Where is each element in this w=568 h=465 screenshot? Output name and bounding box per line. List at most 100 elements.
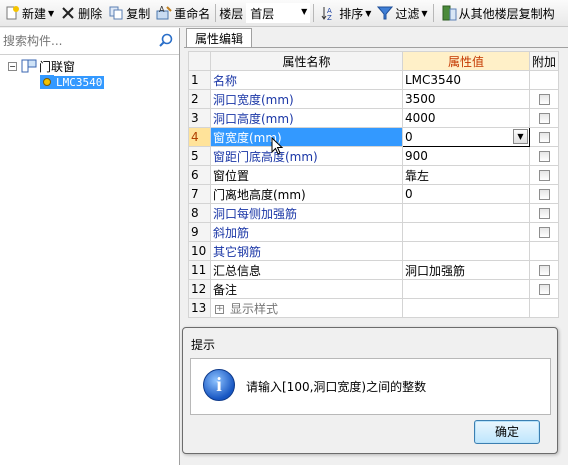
extra-checkbox[interactable]	[538, 208, 550, 219]
extra-cell	[528, 70, 560, 90]
extra-checkbox[interactable]	[538, 170, 550, 181]
tab-property-edit[interactable]: 属性编辑	[186, 28, 252, 48]
extra-checkbox[interactable]	[538, 132, 550, 143]
property-name: 其它钢筋	[210, 241, 403, 261]
header-name: 属性名称	[210, 51, 403, 71]
table-row[interactable]: 10 其它钢筋	[188, 241, 560, 261]
extra-checkbox-cell	[528, 165, 560, 185]
property-value[interactable]	[402, 222, 530, 242]
sort-icon: AZ	[321, 5, 337, 22]
table-row[interactable]: 7 门离地高度(mm) 0	[188, 184, 560, 204]
row-number: 13	[188, 298, 211, 318]
table-row[interactable]: 6 窗位置 靠左	[188, 165, 560, 185]
collapse-icon[interactable]: −	[8, 61, 17, 71]
table-row[interactable]: 8 洞口每侧加强筋	[188, 203, 560, 223]
rename-icon: A	[156, 5, 172, 21]
delete-label: 删除	[78, 6, 103, 21]
table-row[interactable]: 13 + 显示样式	[188, 298, 560, 318]
filter-button[interactable]: 过滤 ▼	[375, 2, 429, 24]
row-number: 12	[188, 279, 211, 299]
extra-checkbox[interactable]	[538, 227, 550, 238]
copy-floor-icon	[441, 5, 457, 21]
property-name: 门离地高度(mm)	[210, 184, 403, 204]
floor-label: 楼层	[219, 6, 244, 21]
floor-select[interactable]: 首层 ▼	[246, 3, 311, 23]
sort-caret-icon: ▼	[365, 8, 372, 18]
property-value[interactable]	[402, 298, 530, 318]
extra-checkbox[interactable]	[538, 94, 550, 105]
extra-checkbox[interactable]	[538, 113, 550, 124]
chevron-down-icon[interactable]: ▼	[513, 129, 528, 144]
extra-checkbox-cell	[528, 108, 560, 128]
extra-checkbox[interactable]	[538, 189, 550, 200]
filter-caret-icon: ▼	[421, 8, 428, 18]
property-value[interactable]: LMC3540	[402, 70, 530, 90]
floor-value: 首层	[250, 6, 275, 21]
mouse-cursor-icon	[271, 136, 287, 157]
extra-checkbox[interactable]	[538, 284, 550, 295]
rename-button[interactable]: A 重命名	[154, 2, 212, 24]
property-name: 窗距门底高度(mm)	[210, 146, 403, 166]
property-grid: 属性名称 属性值 附加 1 名称 LMC3540 2 洞口宽度(mm) 3500…	[188, 51, 560, 318]
tree-item[interactable]: LMC3540	[40, 74, 179, 90]
property-value[interactable]: 4000	[402, 108, 530, 128]
extra-checkbox[interactable]	[538, 151, 550, 162]
sort-button[interactable]: AZ 排序 ▼	[319, 2, 373, 24]
copy-from-floor-label: 从其他楼层复制构	[458, 6, 555, 21]
extra-checkbox-cell	[528, 146, 560, 166]
row-number: 2	[188, 89, 211, 109]
row-number: 7	[188, 184, 211, 204]
property-name-expandable[interactable]: + 显示样式	[210, 298, 403, 318]
sort-label: 排序	[339, 6, 364, 21]
property-name: 洞口每侧加强筋	[210, 203, 403, 223]
extra-checkbox[interactable]	[538, 265, 550, 276]
property-name: 斜加筋	[210, 222, 403, 242]
property-name: 洞口高度(mm)	[210, 108, 403, 128]
property-value[interactable]: 0	[402, 184, 530, 204]
property-value[interactable]: 洞口加强筋	[402, 260, 530, 280]
tree-group-label: 门联窗	[39, 59, 76, 74]
extra-checkbox-cell	[528, 127, 560, 147]
row-number: 11	[188, 260, 211, 280]
row-number: 4	[188, 127, 211, 147]
new-icon	[4, 5, 20, 21]
copy-button[interactable]: 复制	[106, 2, 152, 24]
delete-button[interactable]: 删除	[58, 2, 104, 24]
table-row[interactable]: 2 洞口宽度(mm) 3500	[188, 89, 560, 109]
property-value[interactable]: 3500	[402, 89, 530, 109]
table-row[interactable]: 1 名称 LMC3540	[188, 70, 560, 90]
property-name: 显示样式	[230, 301, 279, 316]
property-value-dropdown[interactable]: 0 ▼	[402, 127, 530, 147]
ok-button[interactable]: 确定	[474, 420, 540, 444]
property-name: 窗宽度(mm)	[210, 127, 403, 147]
toolbar-divider	[432, 4, 434, 22]
expand-icon[interactable]: +	[215, 304, 224, 314]
row-number: 6	[188, 165, 211, 185]
extra-checkbox-cell	[528, 203, 560, 223]
table-row[interactable]: 11 汇总信息 洞口加强筋	[188, 260, 560, 280]
row-number: 5	[188, 146, 211, 166]
tree-group[interactable]: − 门联窗	[0, 58, 179, 74]
property-name: 汇总信息	[210, 260, 403, 280]
table-row[interactable]: 5 窗距门底高度(mm) 900	[188, 146, 560, 166]
new-button[interactable]: 新建 ▼	[2, 2, 56, 24]
property-name: 名称	[210, 70, 403, 90]
row-number: 10	[188, 241, 211, 261]
copy-from-floor-button[interactable]: 从其他楼层复制构	[439, 2, 557, 24]
chevron-down-icon: ▼	[301, 7, 308, 16]
table-row[interactable]: 12 备注	[188, 279, 560, 299]
header-corner	[188, 51, 211, 71]
search-icon[interactable]	[159, 33, 173, 50]
table-row-active[interactable]: 4 窗宽度(mm) 0 ▼	[188, 127, 560, 147]
search-input[interactable]	[3, 34, 153, 48]
property-value[interactable]	[402, 241, 530, 261]
copy-label: 复制	[126, 6, 151, 21]
component-panel: − 门联窗 LMC3540	[0, 28, 180, 465]
property-value[interactable]	[402, 203, 530, 223]
extra-checkbox-cell	[528, 184, 560, 204]
property-value[interactable]: 靠左	[402, 165, 530, 185]
table-row[interactable]: 9 斜加筋	[188, 222, 560, 242]
table-row[interactable]: 3 洞口高度(mm) 4000	[188, 108, 560, 128]
property-value[interactable]	[402, 279, 530, 299]
property-value[interactable]: 900	[402, 146, 530, 166]
